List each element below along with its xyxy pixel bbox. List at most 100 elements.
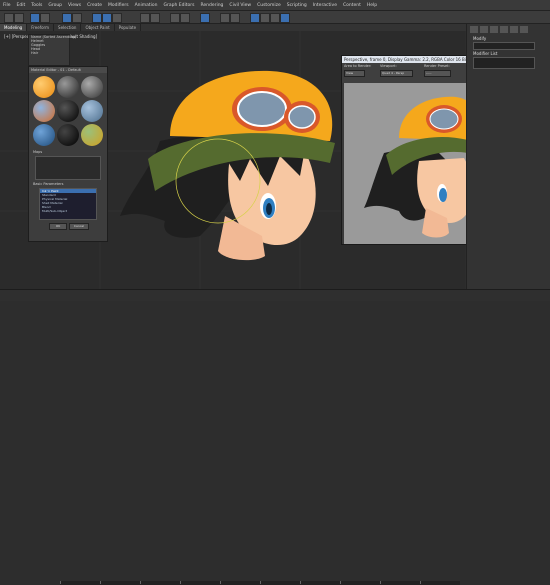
motion-tab-icon[interactable] (500, 26, 508, 33)
mirror-icon[interactable] (170, 13, 180, 23)
status-bar (0, 289, 550, 585)
menu-item-file[interactable]: File (0, 3, 14, 8)
timeline-tick (220, 581, 221, 584)
explorer-row[interactable]: Hair (29, 51, 69, 55)
menu-item-animation[interactable]: Animation (132, 3, 161, 8)
main-toolbar (0, 11, 550, 24)
list-item[interactable]: Multi/Sub-Object (40, 209, 96, 213)
snap-icon[interactable] (140, 13, 150, 23)
viewport-dropdown[interactable]: Quad 4 - Persp (380, 70, 413, 77)
menu-item-help[interactable]: Help (364, 3, 380, 8)
menu-item-scripting[interactable]: Scripting (284, 3, 310, 8)
section-maps-label: Maps (33, 150, 43, 154)
menu-item-tools[interactable]: Tools (28, 3, 45, 8)
utilities-tab-icon[interactable] (520, 26, 528, 33)
unlink-icon[interactable] (40, 13, 50, 23)
tab-modeling[interactable]: Modeling (0, 24, 28, 31)
menu-item-graph-editors[interactable]: Graph Editors (161, 3, 198, 8)
command-panel: Modify Modifier List (466, 24, 550, 289)
menu-item-views[interactable]: Views (65, 3, 84, 8)
select-icon[interactable] (62, 13, 72, 23)
material-slot[interactable] (81, 100, 103, 122)
render-preset-label: Render Preset: (424, 64, 450, 68)
render-preset-dropdown[interactable]: ----- (424, 70, 451, 77)
render-setup-icon[interactable] (260, 13, 270, 23)
command-panel-tabs (470, 26, 528, 33)
cancel-button[interactable]: Cancel (69, 223, 89, 230)
display-tab-icon[interactable] (510, 26, 518, 33)
timeline-tick (300, 581, 301, 584)
align-icon[interactable] (180, 13, 190, 23)
menu-item-customize[interactable]: Customize (254, 3, 284, 8)
menu-item-group[interactable]: Group (45, 3, 65, 8)
menu-item-interactive[interactable]: Interactive (310, 3, 340, 8)
material-editor-icon[interactable] (250, 13, 260, 23)
menu-item-create[interactable]: Create (84, 3, 105, 8)
angle-snap-icon[interactable] (150, 13, 160, 23)
tab-object-paint[interactable]: Object Paint (81, 24, 115, 31)
schematic-icon[interactable] (230, 13, 240, 23)
scale-icon[interactable] (112, 13, 122, 23)
timeline-tick (420, 581, 421, 584)
material-slot[interactable] (33, 124, 55, 146)
curve-editor-icon[interactable] (220, 13, 230, 23)
material-slots (29, 73, 107, 149)
material-slot[interactable] (33, 76, 55, 98)
undo-icon[interactable] (4, 13, 14, 23)
modify-tab-icon[interactable] (480, 26, 488, 33)
scene-explorer: Name (Sorted Ascending) Helmet Goggles H… (28, 34, 76, 66)
area-to-render-label: Area to Render: (344, 64, 372, 68)
menu-item-rendering[interactable]: Rendering (197, 3, 226, 8)
timeline-tick (180, 581, 181, 584)
area-to-render-dropdown[interactable]: View (344, 70, 365, 77)
select-by-name-icon[interactable] (72, 13, 82, 23)
material-slot[interactable] (81, 124, 103, 146)
create-tab-icon[interactable] (470, 26, 478, 33)
render-window-toolbar: Area to Render: View Viewport: Quad 4 - … (342, 63, 466, 83)
menu-bar: File Edit Tools Group Views Create Modif… (0, 0, 550, 11)
pupil-model (266, 203, 272, 215)
timeline-slider[interactable] (60, 581, 460, 585)
rendered-goggle-lens (429, 108, 459, 130)
timeline-tick (100, 581, 101, 584)
object-name-field[interactable] (473, 42, 535, 50)
redo-icon[interactable] (14, 13, 24, 23)
modifier-list-label[interactable]: Modifier List (473, 51, 497, 56)
modify-label: Modify (473, 36, 487, 41)
material-slot[interactable] (33, 100, 55, 122)
viewport-label-render: Viewport: (380, 64, 397, 68)
rotate-icon[interactable] (102, 13, 112, 23)
menu-item-edit[interactable]: Edit (14, 3, 29, 8)
material-slot[interactable] (57, 100, 79, 122)
menu-item-modifiers[interactable]: Modifiers (105, 3, 132, 8)
timeline-tick (340, 581, 341, 584)
timeline-tick (60, 581, 61, 584)
render-canvas[interactable] (344, 83, 468, 244)
timeline-tick (260, 581, 261, 584)
modifier-stack[interactable] (473, 57, 535, 69)
tab-selection[interactable]: Selection (54, 24, 82, 31)
rendered-iris (439, 188, 447, 202)
material-slot[interactable] (57, 76, 79, 98)
render-output (364, 96, 468, 238)
material-slot[interactable] (81, 76, 103, 98)
link-icon[interactable] (30, 13, 40, 23)
hierarchy-tab-icon[interactable] (490, 26, 498, 33)
tab-freeform[interactable]: Freeform (27, 24, 55, 31)
layer-icon[interactable] (200, 13, 210, 23)
material-editor-window: Material Editor - 01 - Default Maps Basi… (28, 66, 108, 242)
move-icon[interactable] (92, 13, 102, 23)
render-frame-icon[interactable] (270, 13, 280, 23)
maps-panel[interactable] (35, 156, 101, 180)
render-icon[interactable] (280, 13, 290, 23)
material-type-list[interactable]: Ink 'n Paint Standard Physical Material … (39, 188, 97, 220)
menu-item-content[interactable]: Content (340, 3, 364, 8)
menu-item-civil-view[interactable]: Civil View (226, 3, 254, 8)
ok-button[interactable]: OK (49, 223, 67, 230)
section-params-label: Basic Parameters (33, 182, 64, 186)
material-slot[interactable] (57, 124, 79, 146)
timeline-tick (380, 581, 381, 584)
tab-populate[interactable]: Populate (115, 24, 142, 31)
render-window-title[interactable]: Perspective, frame 0, Display Gamma: 2.2… (342, 56, 466, 63)
timeline-tick (140, 581, 141, 584)
